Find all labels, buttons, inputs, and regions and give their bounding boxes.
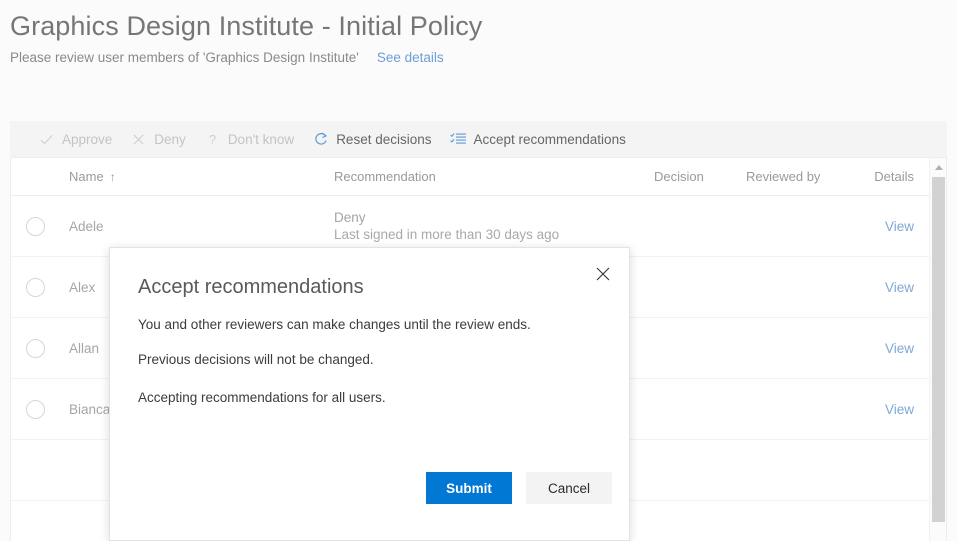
row-select-radio[interactable] — [26, 217, 45, 236]
deny-button[interactable]: Deny — [130, 121, 186, 157]
table-header-row: Name ↑ Recommendation Decision Reviewed b… — [11, 158, 946, 196]
checklist-icon — [450, 131, 467, 148]
cell-recommendation: Deny Last signed in more than 30 days ag… — [334, 209, 654, 244]
cancel-button[interactable]: Cancel — [526, 472, 612, 504]
svg-text:?: ? — [209, 132, 216, 147]
dialog-paragraph-1: You and other reviewers can make changes… — [138, 316, 601, 334]
page-header: Graphics Design Institute - Initial Poli… — [0, 0, 957, 65]
view-details-link[interactable]: View — [885, 402, 914, 417]
row-select-radio[interactable] — [26, 400, 45, 419]
review-page: Graphics Design Institute - Initial Poli… — [0, 0, 957, 541]
dont-know-label: Don't know — [228, 131, 294, 148]
close-icon[interactable] — [587, 258, 619, 290]
dialog-title: Accept recommendations — [110, 248, 629, 300]
row-select-cell — [11, 339, 59, 358]
view-details-link[interactable]: View — [885, 280, 914, 295]
dialog-paragraph-2: Previous decisions will not be changed. — [138, 351, 601, 369]
checkmark-icon — [38, 131, 55, 148]
accept-recommendations-dialog: Accept recommendations You and other rev… — [109, 247, 630, 541]
row-select-cell — [11, 217, 59, 236]
dont-know-button[interactable]: ? Don't know — [204, 121, 294, 157]
cross-icon — [130, 131, 147, 148]
scrollbar-thumb[interactable] — [932, 177, 945, 522]
column-header-details[interactable]: Details — [850, 169, 926, 184]
row-select-cell — [11, 278, 59, 297]
column-header-name-label: Name — [69, 169, 104, 184]
cell-details: View — [850, 341, 926, 356]
redo-arrow-icon — [312, 131, 329, 148]
approve-label: Approve — [62, 131, 112, 148]
dialog-paragraph-3: Accepting recommendations for all users. — [138, 389, 601, 407]
see-details-link[interactable]: See details — [377, 50, 444, 65]
question-mark-icon: ? — [204, 131, 221, 148]
view-details-link[interactable]: View — [885, 219, 914, 234]
accept-recommendations-button[interactable]: Accept recommendations — [450, 121, 626, 157]
approve-button[interactable]: Approve — [38, 121, 112, 157]
column-header-name[interactable]: Name ↑ — [59, 169, 334, 184]
dialog-actions: Submit Cancel — [426, 472, 612, 504]
cell-details: View — [850, 280, 926, 295]
recommendation-reason: Last signed in more than 30 days ago — [334, 226, 654, 244]
table-scrollbar[interactable] — [929, 158, 946, 541]
sort-ascending-icon: ↑ — [110, 170, 116, 184]
dialog-body: You and other reviewers can make changes… — [110, 300, 629, 407]
scroll-up-arrow-icon[interactable] — [930, 160, 947, 175]
column-header-reviewed-by[interactable]: Reviewed by — [746, 169, 850, 184]
row-select-cell — [11, 400, 59, 419]
column-header-decision[interactable]: Decision — [654, 169, 746, 184]
cell-details: View — [850, 402, 926, 417]
row-select-radio[interactable] — [26, 339, 45, 358]
cell-name: Adele — [59, 219, 334, 234]
command-bar: Approve Deny ? Don't know Reset decision… — [10, 121, 947, 158]
reset-decisions-label: Reset decisions — [336, 131, 431, 148]
page-title: Graphics Design Institute - Initial Poli… — [10, 8, 957, 44]
column-header-recommendation[interactable]: Recommendation — [334, 169, 654, 184]
row-select-radio[interactable] — [26, 278, 45, 297]
page-subtitle-row: Please review user members of 'Graphics … — [10, 50, 957, 65]
submit-button[interactable]: Submit — [426, 472, 512, 504]
cell-details: View — [850, 219, 926, 234]
view-details-link[interactable]: View — [885, 341, 914, 356]
accept-recommendations-label: Accept recommendations — [474, 131, 626, 148]
reset-decisions-button[interactable]: Reset decisions — [312, 121, 431, 157]
page-subtitle: Please review user members of 'Graphics … — [10, 50, 359, 65]
deny-label: Deny — [154, 131, 186, 148]
recommendation-value: Deny — [334, 209, 654, 226]
